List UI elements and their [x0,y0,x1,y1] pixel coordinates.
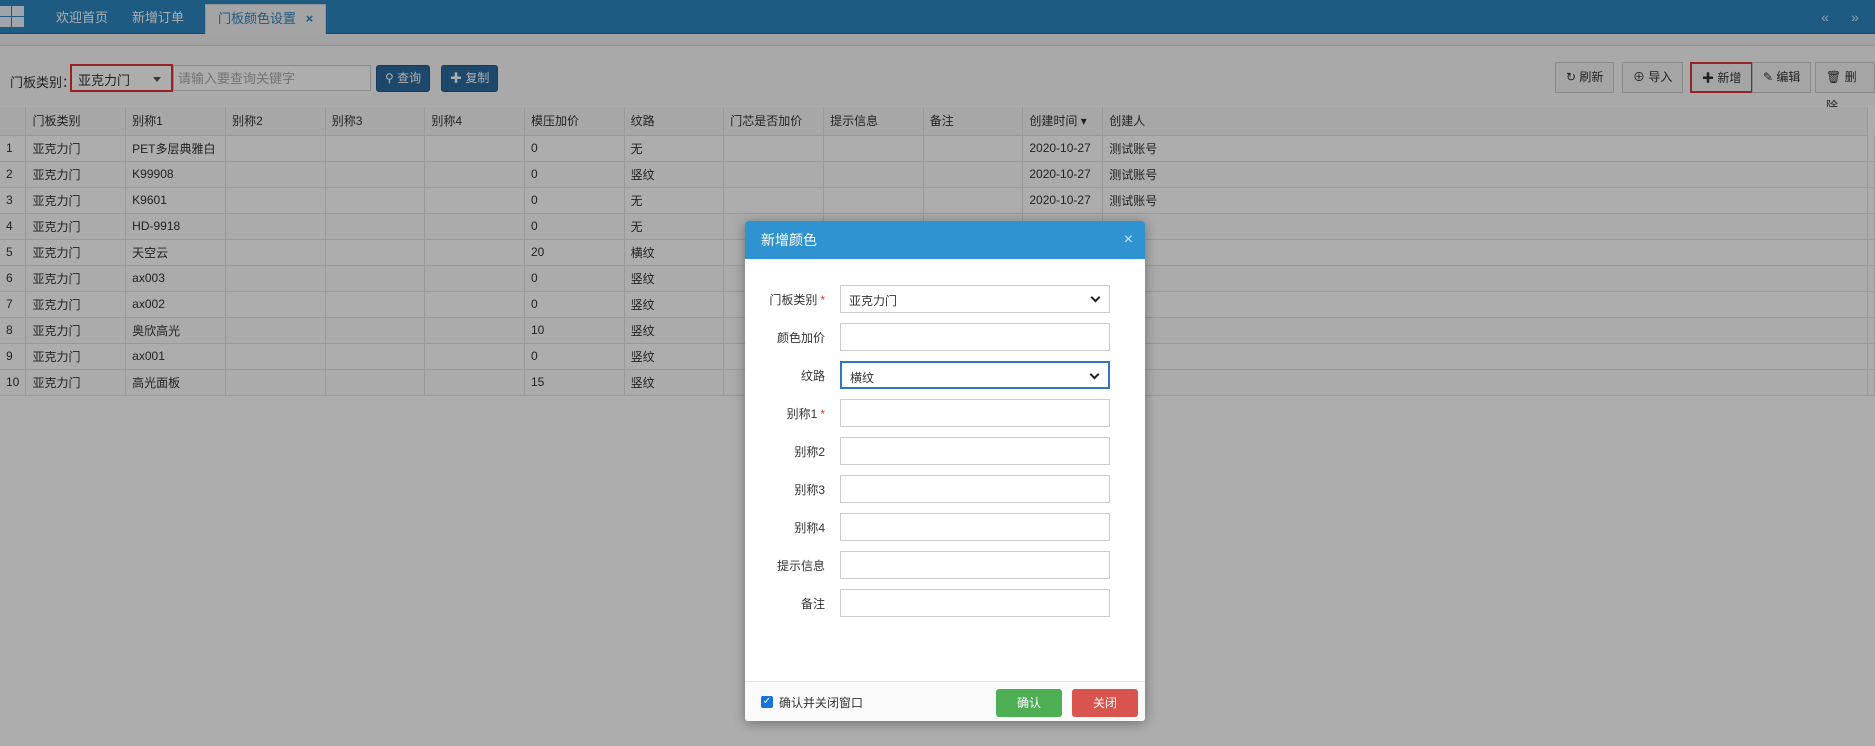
form-row-tip: 提示信息 [745,551,1145,579]
chevron-down-icon [1090,292,1101,303]
form-row-category: 门板类别 * 亚克力门 [745,285,1145,313]
price-field-label: 颜色加价 [776,331,825,345]
texture-field-value: 横纹 [850,371,875,385]
dialog-title: 新增颜色 [761,232,817,248]
alias4-field-input[interactable] [840,513,1110,541]
alias2-field-label: 别称2 [794,445,825,459]
alias2-field-input[interactable] [840,437,1110,465]
form-row-price: 颜色加价 [745,323,1145,351]
form-row-alias1: 别称1 * [745,399,1145,427]
close-button[interactable]: 关闭 [1072,689,1138,717]
alias3-field-label: 别称3 [794,483,825,497]
dialog-close-icon[interactable]: × [1124,221,1133,259]
category-field-value: 亚克力门 [849,294,898,308]
alias1-field-input[interactable] [840,399,1110,427]
form-row-texture: 纹路 横纹 [745,361,1145,389]
form-row-alias3: 别称3 [745,475,1145,503]
confirm-close-label: 确认并关闭窗口 [779,696,864,710]
category-field-label: 门板类别 * [769,293,825,307]
texture-field-select[interactable]: 横纹 [840,361,1110,389]
alias4-field-label: 别称4 [794,521,825,535]
remark-field-label: 备注 [800,597,825,611]
alias3-field-input[interactable] [840,475,1110,503]
chevron-down-icon [1089,369,1100,380]
dialog-header: 新增颜色 × [745,221,1145,259]
alias1-field-label: 别称1 * [786,407,825,421]
add-color-dialog: 新增颜色 × 门板类别 * 亚克力门 颜色加价 纹路 横纹 别称1 * 别称2 别称… [745,221,1145,721]
price-field-input[interactable] [840,323,1110,351]
tip-field-input[interactable] [840,551,1110,579]
form-row-alias2: 别称2 [745,437,1145,465]
form-row-alias4: 别称4 [745,513,1145,541]
form-row-remark: 备注 [745,589,1145,617]
confirm-button[interactable]: 确认 [996,689,1062,717]
confirm-close-checkbox[interactable]: ✓ [761,696,773,708]
tip-field-label: 提示信息 [776,559,825,573]
texture-field-label: 纹路 [800,369,825,383]
remark-field-input[interactable] [840,589,1110,617]
category-field-select[interactable]: 亚克力门 [840,285,1110,313]
dialog-footer: ✓ 确认并关闭窗口 确认 关闭 [745,681,1145,721]
